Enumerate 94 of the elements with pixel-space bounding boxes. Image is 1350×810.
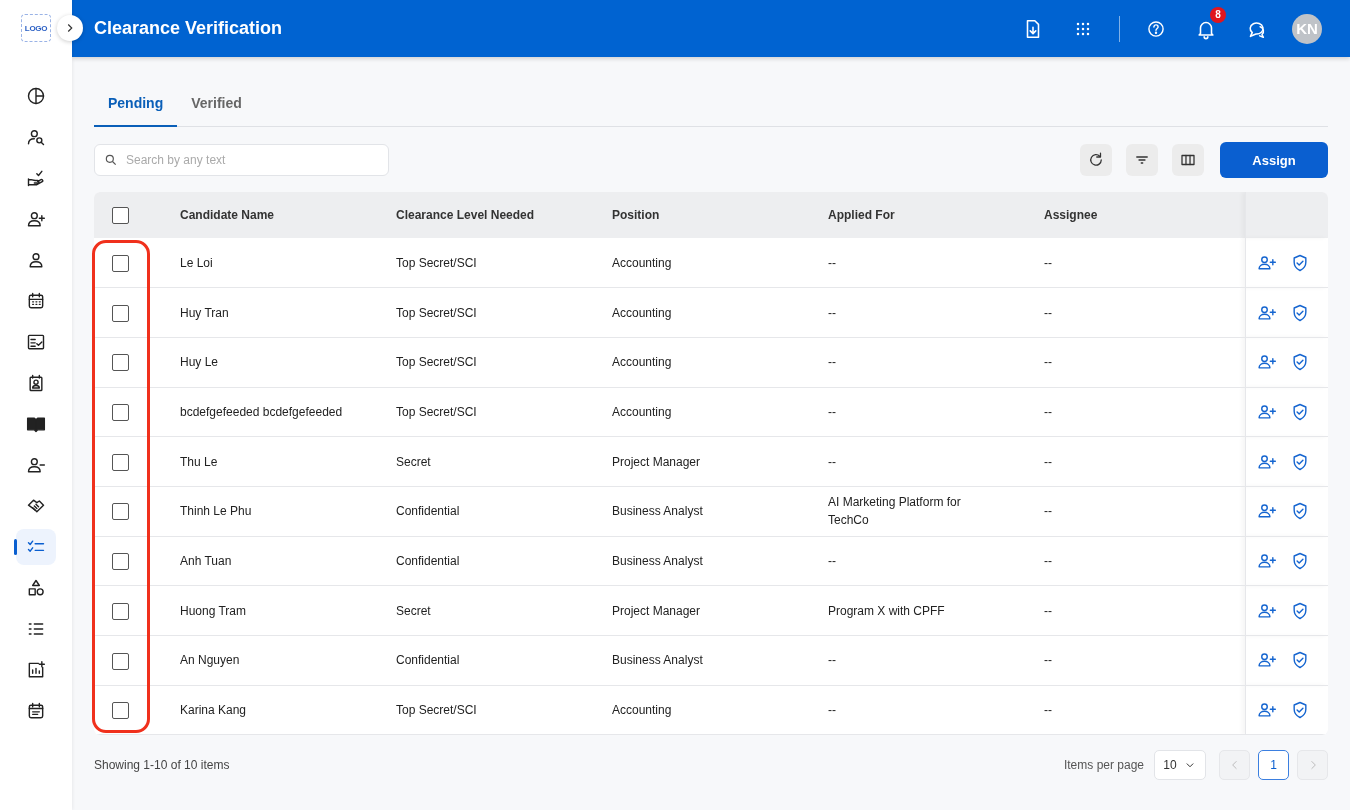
table-cell: Le Loi — [180, 255, 213, 270]
table-cell: An Nguyen — [180, 653, 240, 668]
book-icon — [26, 414, 46, 434]
table-cell: Business Analyst — [612, 504, 703, 519]
table-cell: Huong Tram — [180, 603, 247, 618]
table-cell: -- — [828, 553, 836, 568]
table-cell: Accounting — [612, 404, 672, 419]
items-per-page-select[interactable]: 10 — [1154, 750, 1206, 781]
shapes-icon — [26, 578, 46, 598]
pagination-summary: Showing 1-10 of 10 items — [94, 758, 230, 773]
table-cell: bcdefgefeeded bcdefgefeeded — [180, 404, 343, 419]
table-cell: -- — [1044, 255, 1052, 270]
checkbox[interactable] — [112, 206, 129, 224]
checkbox[interactable] — [112, 404, 129, 422]
column-header[interactable]: Candidate Name — [160, 192, 376, 238]
person-remove-icon — [26, 455, 46, 475]
table-cell: Accounting — [612, 355, 672, 370]
checkbox[interactable] — [112, 304, 129, 322]
table-cell: Top Secret/SCI — [396, 404, 477, 419]
assign-button[interactable]: Assign — [1220, 142, 1328, 178]
checklist-icon — [26, 332, 46, 352]
table-cell: -- — [828, 305, 836, 320]
table-cell: Confidential — [396, 553, 460, 568]
columns-button[interactable] — [1172, 144, 1204, 176]
refresh-button[interactable] — [1080, 144, 1112, 176]
table-cell: -- — [1044, 454, 1052, 469]
table-cell: Huy Le — [180, 355, 219, 370]
table-cell: -- — [828, 703, 836, 718]
table-cell: -- — [828, 653, 836, 668]
table-cell: Top Secret/SCI — [396, 305, 477, 320]
table-cell: Accounting — [612, 305, 672, 320]
filter-button[interactable] — [1126, 144, 1158, 176]
table-cell: -- — [1044, 653, 1052, 668]
checkbox[interactable] — [112, 602, 129, 620]
table-cell: Thinh Le Phu — [180, 504, 252, 519]
calendar-note-icon — [26, 701, 46, 721]
calendar-icon — [26, 291, 46, 311]
table-cell: -- — [828, 404, 836, 419]
hand-check-icon — [26, 168, 46, 188]
column-header[interactable]: Position — [592, 192, 808, 238]
checkbox[interactable] — [112, 553, 129, 571]
refresh-icon — [1087, 151, 1105, 169]
search-field[interactable]: Search by any text — [94, 144, 389, 176]
table-cell: Business Analyst — [612, 553, 703, 568]
table-cell: Secret — [396, 454, 431, 469]
table-cell: Project Manager — [612, 603, 701, 618]
tab[interactable]: Verified — [177, 80, 256, 127]
table-cell: -- — [1044, 703, 1052, 718]
table-cell: Confidential — [396, 504, 460, 519]
table-cell: -- — [1044, 355, 1052, 370]
table-cell: Confidential — [396, 653, 460, 668]
table-cell: Accounting — [612, 703, 672, 718]
help-icon — [1146, 18, 1166, 39]
table-cell: Business Analyst — [612, 653, 703, 668]
checkbox[interactable] — [112, 354, 129, 372]
column-header[interactable]: Clearance Level Needed — [376, 192, 592, 238]
checkbox[interactable] — [112, 453, 129, 471]
items-per-page-label: Items per page — [1063, 758, 1144, 773]
table-cell: Huy Tran — [180, 305, 229, 320]
table-cell: Top Secret/SCI — [396, 355, 477, 370]
table-cell: Top Secret/SCI — [396, 255, 477, 270]
table-cell: Program X with CPFF — [828, 603, 945, 618]
table-cell: -- — [828, 255, 836, 270]
person-search-icon — [26, 127, 46, 147]
column-header[interactable]: Applied For — [808, 192, 1024, 238]
column-header[interactable]: Assignee — [1024, 192, 1245, 238]
table-cell: Anh Tuan — [180, 553, 232, 568]
page-title: Clearance Verification — [94, 18, 284, 39]
table-cell: -- — [1044, 603, 1052, 618]
logo: LOGO — [21, 14, 51, 42]
badge-icon — [26, 373, 46, 393]
table-cell: Project Manager — [612, 454, 701, 469]
table-cell: -- — [1044, 305, 1052, 320]
table-cell: -- — [828, 355, 836, 370]
checkbox[interactable] — [112, 503, 129, 521]
checkbox[interactable] — [112, 702, 129, 720]
pie-chart-icon — [26, 86, 46, 106]
table-cell: Top Secret/SCI — [396, 703, 477, 718]
table-cell: -- — [828, 454, 836, 469]
checkbox[interactable] — [112, 254, 129, 272]
table-cell: -- — [1044, 504, 1052, 519]
table-cell: -- — [1044, 404, 1052, 419]
chart-add-icon — [26, 660, 46, 680]
table-cell: AI Marketing Platform for TechCo — [828, 495, 961, 528]
checkbox[interactable] — [112, 652, 129, 670]
table-cell: Thu Le — [180, 454, 218, 469]
table-cell: -- — [1044, 553, 1052, 568]
page-button[interactable]: 1 — [1258, 750, 1289, 781]
notification-badge: 8 — [1210, 6, 1226, 23]
tab[interactable]: Pending — [94, 80, 178, 127]
table-cell: Accounting — [612, 255, 672, 270]
table-cell: Karina Kang — [180, 703, 247, 718]
person-add-icon — [26, 209, 46, 229]
table-cell: Secret — [396, 603, 431, 618]
